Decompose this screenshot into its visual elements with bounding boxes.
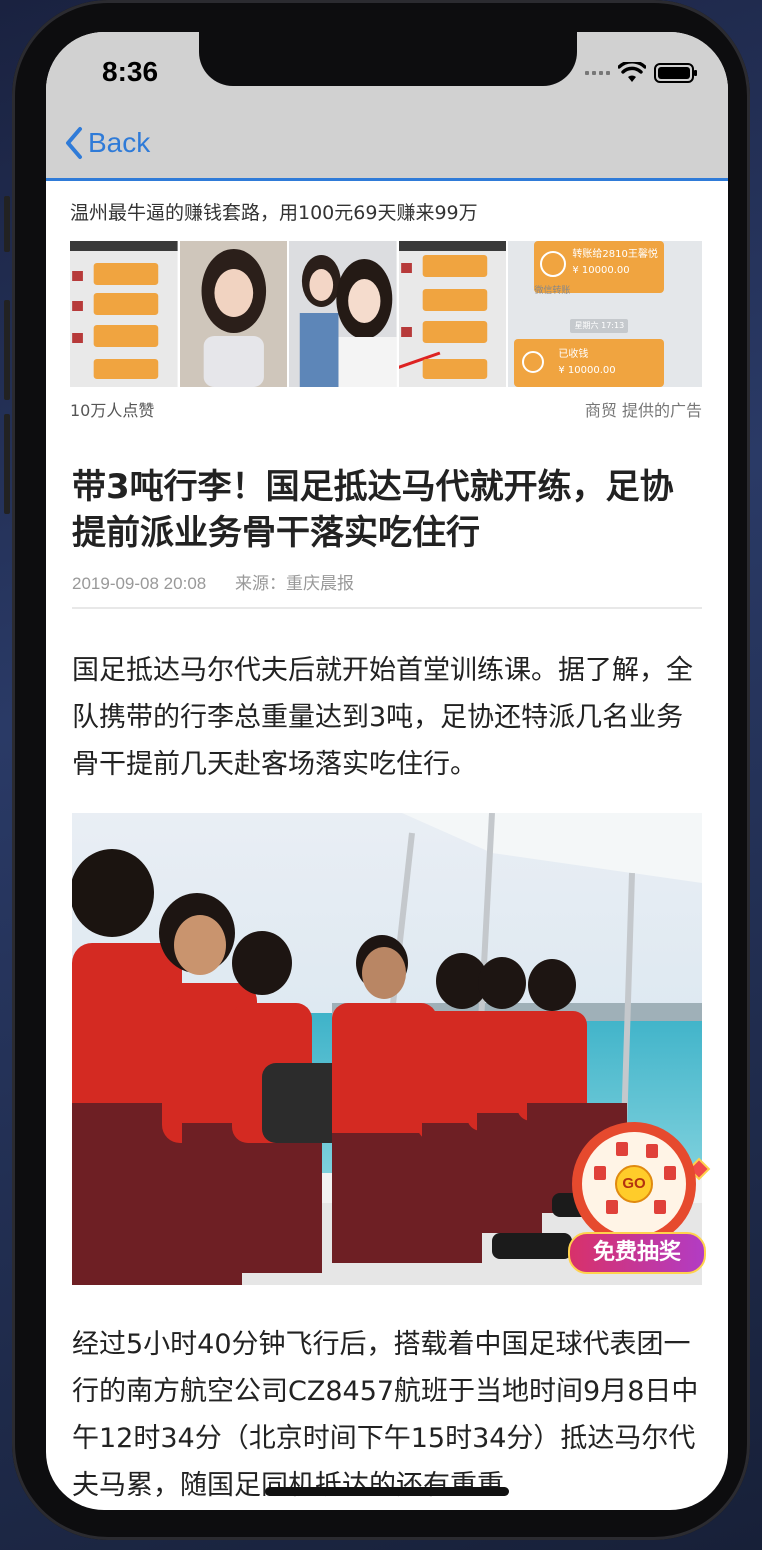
ad-image-portrait-1 [179,241,288,387]
mute-switch [4,196,10,252]
ad-image-payment: 转账给2810王馨悦 ¥ 10000.00 微信转账 星期六 17:13 已收钱… [508,241,703,387]
ad-likes: 10万人点赞 [70,401,155,420]
status-icons [585,62,698,84]
article-headline: 带3吨行李！国足抵达马代就开练，足协提前派业务骨干落实吃住行 [72,467,674,553]
chevron-left-icon [66,127,82,159]
home-indicator[interactable] [265,1487,509,1496]
article-meta: 2019-09-08 20:08 来源：重庆晨报 [72,569,354,594]
screen: 8:36 Back 温州最牛逼的赚钱套路，用100元69天赚来99万 转账给28… [46,32,728,1510]
ad-payment-time: 星期六 17:13 [570,319,629,333]
navigation-bar: Back [46,114,728,181]
article-content[interactable]: 温州最牛逼的赚钱套路，用100元69天赚来99万 转账给2810王馨悦 ¥ 10… [46,181,728,1510]
ad-image-portrait-2 [289,241,397,387]
signal-icon [585,71,610,75]
lottery-floating-button[interactable]: GO 免费抽奖 [566,1118,716,1278]
article-source: 来源：重庆晨报 [234,574,354,593]
ad-title[interactable]: 温州最牛逼的赚钱套路，用100元69天赚来99万 [70,198,478,225]
back-label: Back [88,127,151,158]
volume-down-button [4,414,10,514]
ad-payment-amount-2: ¥ 10000.00 [558,365,616,376]
notch [199,32,577,86]
article-date: 2019-09-08 20:08 [72,574,207,593]
battery-icon [654,63,697,83]
divider [72,607,702,609]
ad-image-chat-2 [398,241,507,387]
ad-received-text: 已收钱 [558,349,589,360]
ad-image-chat [70,241,178,387]
ad-payment-text: 转账给2810王馨悦 [572,249,658,260]
wifi-icon [618,62,646,82]
ad-payment-wechat: 微信转账 [534,286,571,296]
status-time: 8:36 [102,56,159,87]
volume-up-button [4,300,10,400]
ad-sponsor[interactable]: 商贸 提供的广告 [585,397,702,421]
article-paragraph-2: 经过5小时40分钟飞行后，搭载着中国足球代表团一行的南方航空公司CZ8457航班… [72,1329,699,1501]
lottery-label: 免费抽奖 [568,1232,706,1274]
article-paragraph-1: 国足抵达马尔代夫后就开始首堂训练课。据了解，全队携带的行李总重量达到3吨，足协还… [72,655,693,780]
back-button[interactable]: Back [64,126,150,160]
ad-payment-amount-1: ¥ 10000.00 [572,265,630,276]
ad-image-strip[interactable]: 转账给2810王馨悦 ¥ 10000.00 微信转账 星期六 17:13 已收钱… [70,241,703,387]
go-label: GO [622,1175,646,1192]
